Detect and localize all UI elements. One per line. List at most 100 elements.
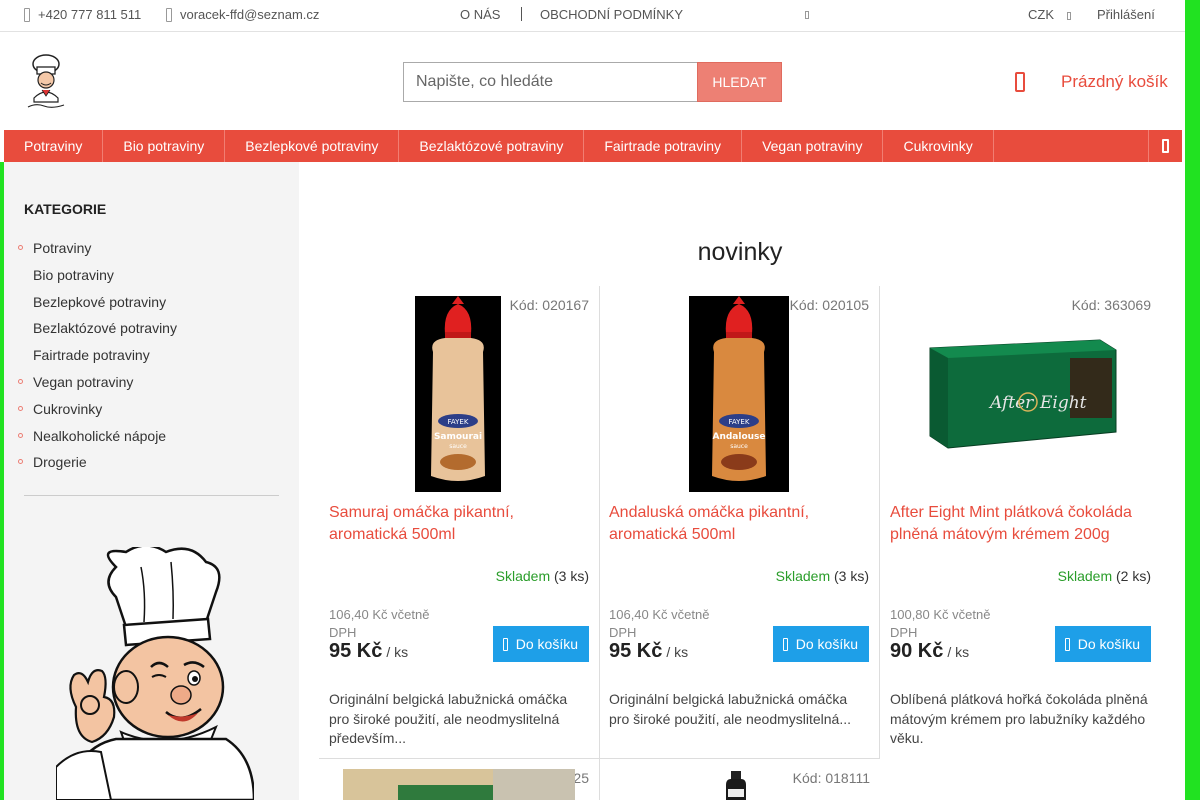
search-input[interactable] bbox=[403, 62, 697, 102]
category-item-nealko[interactable]: Nealkoholické nápoje bbox=[18, 426, 177, 453]
product-image[interactable]: FAYEK Andalouse sauce bbox=[689, 296, 789, 492]
cart-link[interactable]: Prázdný košík bbox=[1061, 72, 1168, 92]
category-label[interactable]: Fairtrade potraviny bbox=[33, 347, 150, 363]
envelope-icon bbox=[166, 7, 172, 22]
phone-number[interactable]: +420 777 811 511 bbox=[38, 7, 141, 22]
product-code: Kód: 020167 bbox=[509, 297, 589, 313]
login-link[interactable]: Přihlášení bbox=[1097, 7, 1155, 22]
stock-status: Skladem bbox=[495, 568, 551, 584]
category-label[interactable]: Bio potraviny bbox=[33, 267, 114, 283]
about-link-label[interactable]: O NÁS bbox=[460, 7, 500, 22]
price-unit: / ks bbox=[947, 644, 970, 660]
price-value: 95 Kč bbox=[609, 640, 663, 662]
nav-item-bio[interactable]: Bio potraviny bbox=[103, 130, 226, 162]
category-label[interactable]: Bezlaktózové potraviny bbox=[33, 320, 177, 336]
product-image[interactable] bbox=[343, 769, 575, 800]
stock-status: Skladem bbox=[1057, 568, 1113, 584]
price-with-vat: 106,40 Kč včetně DPH bbox=[329, 607, 430, 640]
product-code: Kód: 018111 bbox=[792, 770, 870, 786]
price-unit: / ks bbox=[386, 644, 409, 660]
add-to-cart-label: Do košíku bbox=[795, 636, 858, 652]
nav-item-vegan[interactable]: Vegan potraviny bbox=[742, 130, 884, 162]
category-item-bezlaktozove[interactable]: Bezlaktózové potraviny bbox=[18, 318, 177, 345]
product-name-link[interactable]: Samuraj omáčka pikantní, aromatická 500m… bbox=[329, 502, 589, 546]
nav-item-potraviny[interactable]: Potraviny bbox=[4, 130, 104, 162]
chef-mascot-image bbox=[56, 547, 254, 800]
topbar-phone[interactable]: +420 777 811 511 bbox=[24, 7, 141, 22]
category-label[interactable]: Potraviny bbox=[33, 240, 91, 256]
cart-icon bbox=[502, 637, 508, 651]
login-label[interactable]: Přihlášení bbox=[1097, 7, 1155, 22]
product-name-link[interactable]: After Eight Mint plátková čokoláda plněn… bbox=[890, 502, 1150, 546]
bullet-icon bbox=[18, 459, 23, 465]
terms-link[interactable]: OBCHODNÍ PODMÍNKY bbox=[540, 7, 683, 22]
topbar-email[interactable]: voracek-ffd@seznam.cz bbox=[166, 7, 319, 22]
product-image[interactable]: After Eight bbox=[920, 336, 1120, 451]
product-code: Kód: 363069 bbox=[1071, 297, 1151, 313]
category-item-cukrovinky[interactable]: Cukrovinky bbox=[18, 399, 177, 426]
price: 90 Kč / ks bbox=[890, 640, 969, 663]
stock-info: Skladem (3 ks) bbox=[496, 568, 589, 584]
category-label[interactable]: Bezlepkové potraviny bbox=[33, 294, 166, 310]
sidebar: KATEGORIE Potraviny Bio potraviny Bezlep… bbox=[4, 162, 299, 800]
terms-link-label[interactable]: OBCHODNÍ PODMÍNKY bbox=[540, 7, 683, 22]
category-item-bio[interactable]: Bio potraviny bbox=[18, 265, 177, 292]
svg-text:sauce: sauce bbox=[730, 443, 748, 450]
category-label[interactable]: Nealkoholické nápoje bbox=[33, 428, 166, 444]
email-link[interactable]: voracek-ffd@seznam.cz bbox=[180, 7, 319, 22]
stock-qty: (2 ks) bbox=[1116, 568, 1151, 584]
stock-qty: (3 ks) bbox=[834, 568, 869, 584]
product-name-link[interactable]: Andaluská omáčka pikantní, aromatická 50… bbox=[609, 502, 869, 546]
main-content: novinky Kód: 020167 FAYEK Samourai sauce… bbox=[299, 162, 1170, 800]
category-item-drogerie[interactable]: Drogerie bbox=[18, 452, 177, 479]
svg-text:Samourai: Samourai bbox=[434, 432, 482, 442]
phone-icon bbox=[24, 7, 30, 22]
add-to-cart-button[interactable]: Do košíku bbox=[772, 626, 869, 662]
nav-item-bezlepkove[interactable]: Bezlepkové potraviny bbox=[225, 130, 400, 162]
product-description: Oblíbená plátková hořká čokoláda plněná … bbox=[890, 691, 1148, 746]
nav-item-fairtrade[interactable]: Fairtrade potraviny bbox=[584, 130, 743, 162]
bullet-icon bbox=[18, 245, 23, 250]
topbar-small-icon[interactable] bbox=[805, 11, 809, 19]
category-item-fairtrade[interactable]: Fairtrade potraviny bbox=[18, 345, 177, 372]
search-bar: HLEDAT bbox=[403, 62, 782, 102]
price-unit: / ks bbox=[666, 644, 689, 660]
gurmand-logo[interactable] bbox=[24, 52, 68, 110]
add-to-cart-button[interactable]: Do košíku bbox=[1054, 626, 1151, 662]
nav-item-cukrovinky[interactable]: Cukrovinky bbox=[883, 130, 994, 162]
svg-text:FAYEK: FAYEK bbox=[448, 418, 469, 426]
nav-item-bezlaktozove[interactable]: Bezlaktózové potraviny bbox=[399, 130, 585, 162]
cart-icon[interactable] bbox=[1015, 72, 1025, 92]
product-card: Kód: 020167 FAYEK Samourai sauce Samuraj… bbox=[319, 286, 600, 758]
category-item-vegan[interactable]: Vegan potraviny bbox=[18, 372, 177, 399]
nav-search-button[interactable] bbox=[1148, 130, 1182, 162]
search-icon bbox=[1162, 139, 1169, 153]
topbar: +420 777 811 511 voracek-ffd@seznam.cz O… bbox=[0, 0, 1185, 32]
chevron-down-icon bbox=[1067, 12, 1071, 20]
cart-icon bbox=[782, 637, 788, 651]
category-list: Potraviny Bio potraviny Bezlepkové potra… bbox=[18, 238, 177, 479]
about-link[interactable]: O NÁS bbox=[460, 7, 500, 22]
add-to-cart-label: Do košíku bbox=[515, 636, 578, 652]
svg-text:FAYEK: FAYEK bbox=[729, 418, 750, 426]
search-button[interactable]: HLEDAT bbox=[697, 62, 782, 102]
category-label[interactable]: Cukrovinky bbox=[33, 401, 102, 417]
category-item-bezlepkove[interactable]: Bezlepkové potraviny bbox=[18, 292, 177, 319]
stock-info: Skladem (2 ks) bbox=[1058, 568, 1151, 584]
currency-label[interactable]: CZK bbox=[1028, 7, 1054, 22]
product-code: Kód: 020105 bbox=[789, 297, 869, 313]
product-image[interactable]: FAYEK Samourai sauce bbox=[415, 296, 501, 492]
category-item-potraviny[interactable]: Potraviny bbox=[18, 238, 177, 265]
add-to-cart-button[interactable]: Do košíku bbox=[492, 626, 589, 662]
add-to-cart-label: Do košíku bbox=[1077, 636, 1140, 652]
currency-selector[interactable]: CZK bbox=[1028, 7, 1071, 22]
product-description: Originální belgická labužnická omáčka pr… bbox=[609, 691, 852, 727]
bullet-icon bbox=[18, 405, 23, 411]
category-label[interactable]: Vegan potraviny bbox=[33, 374, 133, 390]
product-image[interactable] bbox=[724, 771, 748, 800]
category-label[interactable]: Drogerie bbox=[33, 454, 87, 470]
product-card: Kód: 018111 bbox=[599, 759, 880, 800]
price: 95 Kč / ks bbox=[329, 640, 408, 663]
product-card: Kód: 020105 FAYEK Andalouse sauce Andalu… bbox=[599, 286, 880, 758]
price-with-vat: 106,40 Kč včetně DPH bbox=[609, 607, 710, 640]
